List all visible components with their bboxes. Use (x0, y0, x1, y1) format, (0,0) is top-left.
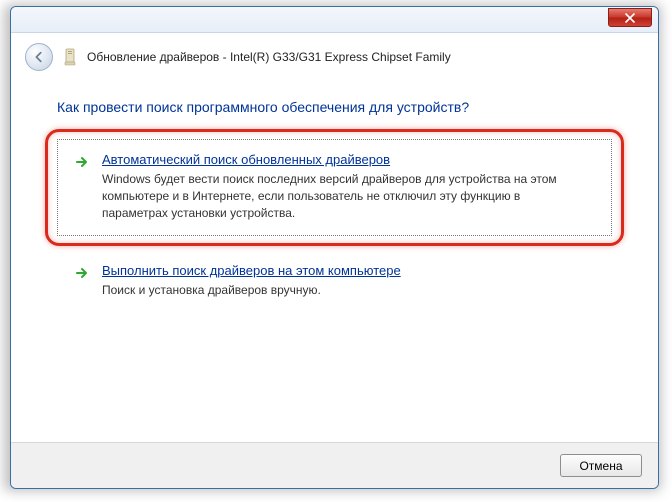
back-button[interactable] (25, 43, 53, 71)
option-auto-body: Автоматический поиск обновленных драйвер… (102, 152, 562, 221)
cancel-button[interactable]: Отмена (560, 454, 642, 477)
option-browse-body: Выполнить поиск драйверов на этом компью… (102, 263, 401, 299)
titlebar (11, 7, 658, 33)
header-row: Обновление драйверов - Intel(R) G33/G31 … (11, 33, 658, 79)
arrow-right-icon (74, 154, 90, 170)
device-icon (63, 48, 77, 66)
close-button[interactable] (608, 8, 652, 27)
option-auto-search[interactable]: Автоматический поиск обновленных драйвер… (57, 139, 612, 236)
footer: Отмена (11, 442, 658, 488)
arrow-right-icon (74, 265, 90, 281)
back-arrow-icon (32, 50, 46, 64)
content-area: Как провести поиск программного обеспече… (11, 79, 658, 310)
option-browse-title: Выполнить поиск драйверов на этом компью… (102, 263, 401, 278)
page-heading: Как провести поиск программного обеспече… (57, 99, 612, 115)
option-auto-highlight: Автоматический поиск обновленных драйвер… (57, 139, 612, 236)
close-icon (625, 13, 635, 23)
option-browse-local[interactable]: Выполнить поиск драйверов на этом компью… (57, 254, 612, 310)
option-auto-desc: Windows будет вести поиск последних верс… (102, 171, 562, 221)
driver-update-wizard-window: Обновление драйверов - Intel(R) G33/G31 … (10, 6, 659, 489)
option-auto-title: Автоматический поиск обновленных драйвер… (102, 152, 562, 167)
option-browse-desc: Поиск и установка драйверов вручную. (102, 282, 401, 299)
window-title: Обновление драйверов - Intel(R) G33/G31 … (87, 50, 451, 64)
